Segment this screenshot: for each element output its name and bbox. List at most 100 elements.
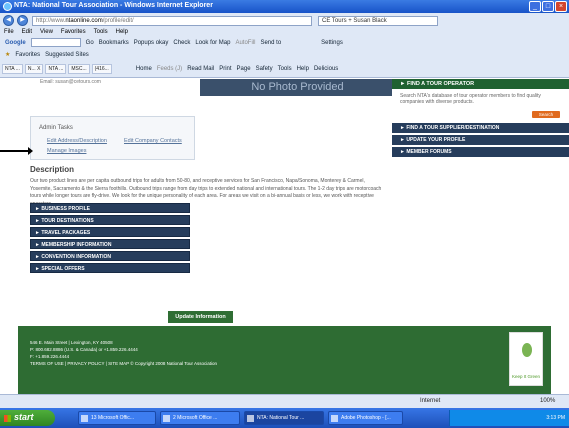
page-content: Email: susan@cetours.com No Photo Provid… [0,79,569,408]
tools-menu[interactable]: Tools [278,66,292,72]
forward-button[interactable]: ▶ [17,15,28,26]
rnav-label: MEMBER FORUMS [406,149,452,155]
menu-help[interactable]: Help [116,29,128,35]
office-icon [81,415,88,422]
pointer-arrow-icon [0,147,33,155]
print-button[interactable]: Print [219,66,231,72]
ie-icon [247,415,254,422]
task-label: NTA: National Tour ... [257,415,305,421]
tab-5[interactable]: (416... [91,64,112,74]
site-footer: 546 E. Main Street | Lexington, KY 40508… [18,326,551,396]
taskbar: start 13 Microsoft Offic... 2 Microsoft … [0,408,569,428]
nav-convention-information[interactable]: ► CONVENTION INFORMATION [30,251,190,261]
favorites-star-icon: ★ [5,52,11,58]
back-button[interactable]: ◀ [3,15,14,26]
nav-tour-destinations[interactable]: ► TOUR DESTINATIONS [30,215,190,225]
right-column: ► FIND A TOUR OPERATOR Search NTA's data… [392,79,569,159]
feeds-button[interactable]: Feeds (J) [157,66,182,72]
left-nav: ► BUSINESS PROFILE ► TOUR DESTINATIONS ►… [30,203,190,275]
delicious-button[interactable]: Delicious [314,66,338,72]
nav-label: TOUR DESTINATIONS [41,218,94,224]
task-office-1[interactable]: 13 Microsoft Offic... [78,411,156,425]
footer-links[interactable]: TERMS OF USE | PRIVACY POLICY | SITE MAP… [30,361,217,366]
maximize-button[interactable]: □ [542,1,554,12]
nav-update-profile[interactable]: ► UPDATE YOUR PROFILE [392,135,569,145]
menu-view[interactable]: View [40,29,53,35]
rnav-label: FIND A TOUR SUPPLIER/DESTINATION [406,125,500,131]
go-button[interactable]: Go [86,40,94,46]
edit-contacts-link[interactable]: Edit Company Contacts [124,138,182,144]
url-domain: ntaonline.com [65,17,103,24]
admin-tasks-title: Admin Tasks [39,125,73,131]
google-search-box[interactable] [30,38,81,47]
description-heading: Description [30,165,75,174]
footer-phone: P: 800.682.8886 (U.S. & Canada) or +1.85… [30,347,138,352]
nav-label: BUSINESS PROFILE [41,206,90,212]
nav-membership-information[interactable]: ► MEMBERSHIP INFORMATION [30,239,190,249]
close-button[interactable]: × [555,1,567,12]
menu-tools[interactable]: Tools [94,29,108,35]
task-label: 13 Microsoft Offic... [91,415,134,421]
task-label: Adobe Photoshop - [... [341,415,391,421]
menu-file[interactable]: File [4,29,14,35]
bookmarks-button[interactable]: Bookmarks [99,40,129,46]
menu-favorites[interactable]: Favorites [61,29,86,35]
keep-it-green-badge: Keep It Green [509,332,543,386]
safety-menu[interactable]: Safety [256,66,273,72]
url-prefix: http://www. [36,17,66,24]
nav-travel-packages[interactable]: ► TRAVEL PACKAGES [30,227,190,237]
tab-2[interactable]: N... X [24,64,44,74]
nav-special-offers[interactable]: ► SPECIAL OFFERS [30,263,190,273]
footer-address: 546 E. Main Street | Lexington, KY 40508 [30,340,113,345]
leaf-icon [522,343,532,357]
suggested-sites-button[interactable]: Suggested Sites [45,52,89,58]
page-menu[interactable]: Page [237,66,251,72]
clock[interactable]: 3:13 PM [546,415,565,421]
zoom-level[interactable]: 100% [540,398,555,404]
ie-logo-icon [3,2,12,11]
tab-4[interactable]: MSC... [68,64,90,74]
update-information-button[interactable]: Update Information [168,311,233,323]
task-office-2[interactable]: 2 Microsoft Office ... [160,411,240,425]
readmail-button[interactable]: Read Mail [187,66,214,72]
sendto-button[interactable]: Send to [260,40,281,46]
tab-3[interactable]: NTA ... [45,64,67,74]
window-controls: _ □ × [529,1,567,12]
help-menu[interactable]: Help [297,66,309,72]
zone-label: Internet [420,398,441,404]
menu-edit[interactable]: Edit [22,29,32,35]
office-icon [163,415,170,422]
favorites-bar: ★ Favorites Suggested Sites [0,51,569,59]
photoshop-icon [331,415,338,422]
nav-find-supplier[interactable]: ► FIND A TOUR SUPPLIER/DESTINATION [392,123,569,133]
task-ie[interactable]: NTA: National Tour ... [244,411,324,425]
address-bar[interactable]: http://www.ntaonline.com/profile/edit/ [32,15,312,26]
operator-search-button[interactable]: Search [532,111,560,118]
browser-chrome: ◀ ▶ http://www.ntaonline.com/profile/edi… [0,13,569,78]
find-op-label: FIND A TOUR OPERATOR [406,81,475,87]
nav-label: CONVENTION INFORMATION [41,254,111,260]
google-logo: Google [5,39,26,46]
nav-label: TRAVEL PACKAGES [41,230,91,236]
nav-member-forums[interactable]: ► MEMBER FORUMS [392,147,569,157]
minimize-button[interactable]: _ [529,1,541,12]
search-tab-field[interactable]: CE Tours + Susan Black [318,15,438,26]
url-suffix: /profile/edit/ [102,17,134,24]
manage-images-link[interactable]: Manage Images [47,148,86,154]
settings-button[interactable]: Settings [321,40,343,46]
edit-address-link[interactable]: Edit Address/Description [47,138,107,144]
check-button[interactable]: Check [173,40,190,46]
home-button[interactable]: Home [136,66,152,72]
tab-1[interactable]: NTA ... [2,64,23,74]
autofill-button[interactable]: AutoFill [235,40,255,46]
lookfor-button[interactable]: Look for Map [195,40,230,46]
start-button[interactable]: start [0,410,55,426]
tab-command-row: NTA ... N... X NTA ... MSC... (416... Ho… [0,64,569,74]
rnav-label: UPDATE YOUR PROFILE [406,137,466,143]
popups-button[interactable]: Popups okay [134,40,169,46]
favorites-button[interactable]: Favorites [15,52,40,58]
nav-label: MEMBERSHIP INFORMATION [41,242,112,248]
nav-label: SPECIAL OFFERS [41,266,85,272]
nav-business-profile[interactable]: ► BUSINESS PROFILE [30,203,190,213]
task-photoshop[interactable]: Adobe Photoshop - [... [328,411,403,425]
